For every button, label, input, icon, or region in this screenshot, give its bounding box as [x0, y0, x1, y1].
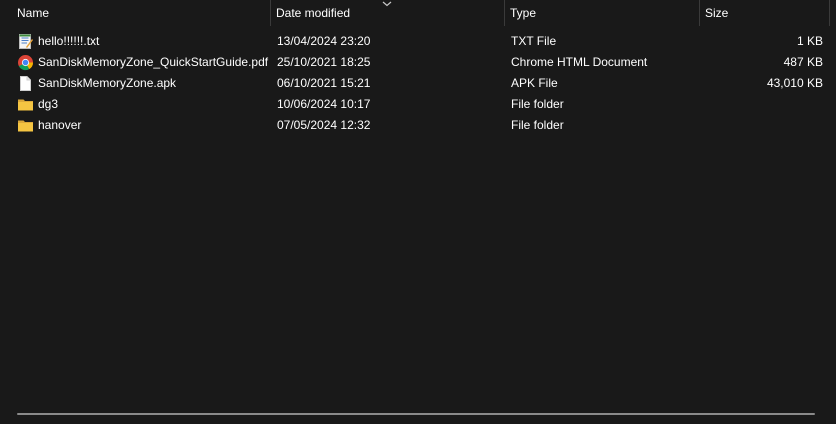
- file-date-modified: 10/06/2024 10:17: [277, 97, 371, 111]
- column-divider[interactable]: [829, 0, 830, 26]
- file-type: File folder: [511, 118, 564, 132]
- file-row[interactable]: SanDiskMemoryZone.apk 06/10/2021 15:21 A…: [0, 73, 836, 94]
- file-size: 43,010 KB: [766, 76, 823, 90]
- column-header-type[interactable]: Type: [504, 0, 699, 26]
- file-size: [699, 115, 823, 136]
- file-type: TXT File: [511, 34, 557, 48]
- column-header-name[interactable]: Name: [11, 0, 270, 26]
- file-name: SanDiskMemoryZone_QuickStartGuide.pdf: [38, 55, 269, 69]
- file-row[interactable]: hanover 07/05/2024 12:32 File folder: [0, 115, 836, 136]
- file-date-modified: 13/04/2024 23:20: [277, 34, 371, 48]
- file-size: [699, 94, 823, 115]
- sort-chevron-down-icon: [381, 0, 393, 7]
- file-size: 1 KB: [796, 34, 823, 48]
- folder-icon: [17, 96, 34, 113]
- file-name: hanover: [38, 118, 82, 132]
- file-date-modified: 07/05/2024 12:32: [277, 118, 371, 132]
- blank-file-icon: [17, 75, 34, 92]
- file-type: APK File: [511, 76, 558, 90]
- file-row[interactable]: dg3 10/06/2024 10:17 File folder: [0, 94, 836, 115]
- file-list: hello!!!!!!.txt 13/04/2024 23:20 TXT Fil…: [0, 31, 836, 136]
- chrome-icon: [17, 54, 34, 71]
- folder-icon: [17, 117, 34, 134]
- file-explorer-view: Name Date modified Type Size hello!!!!!!…: [0, 0, 836, 424]
- file-name: hello!!!!!!.txt: [38, 34, 100, 48]
- column-header-size[interactable]: Size: [699, 0, 829, 26]
- column-header-bar: Name Date modified Type Size: [0, 0, 836, 26]
- file-type: Chrome HTML Document: [511, 55, 648, 69]
- file-name: SanDiskMemoryZone.apk: [38, 76, 177, 90]
- file-type: File folder: [511, 97, 564, 111]
- text-document-icon: [17, 33, 34, 50]
- file-name: dg3: [38, 97, 59, 111]
- file-date-modified: 25/10/2021 18:25: [277, 55, 371, 69]
- file-size: 487 KB: [783, 55, 823, 69]
- horizontal-scrollbar[interactable]: [17, 413, 815, 415]
- file-date-modified: 06/10/2021 15:21: [277, 76, 371, 90]
- file-row[interactable]: SanDiskMemoryZone_QuickStartGuide.pdf 25…: [0, 52, 836, 73]
- file-row[interactable]: hello!!!!!!.txt 13/04/2024 23:20 TXT Fil…: [0, 31, 836, 52]
